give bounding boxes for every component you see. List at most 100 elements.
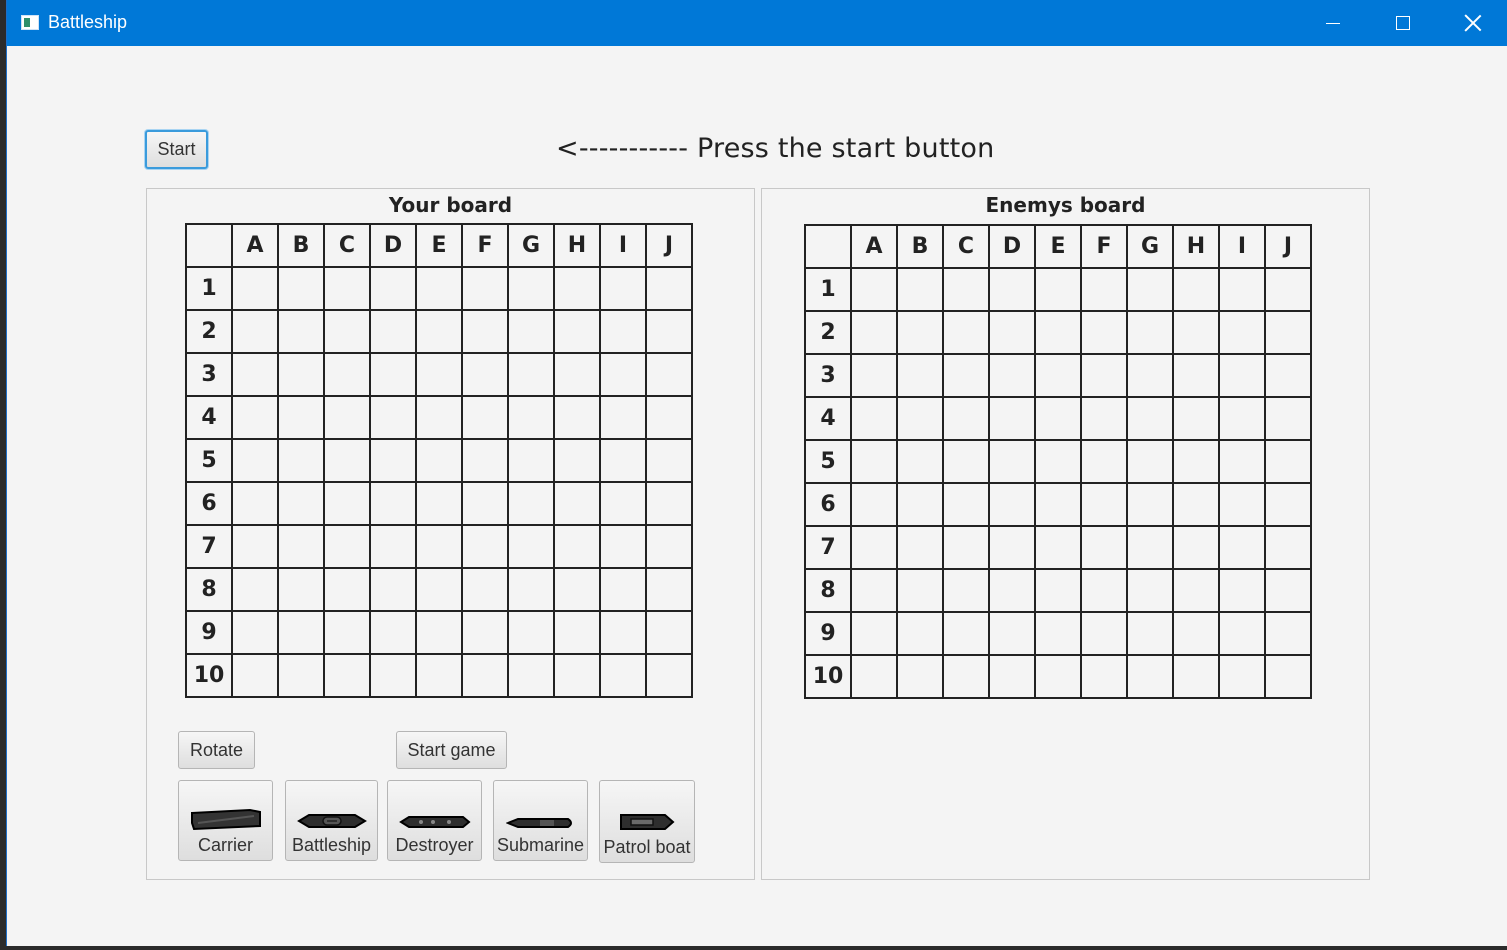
close-button[interactable]	[1438, 0, 1507, 46]
player-board-cell[interactable]	[553, 610, 601, 655]
player-board-cell[interactable]	[553, 438, 601, 483]
player-board-cell[interactable]	[323, 395, 371, 440]
player-board-cell[interactable]	[599, 395, 647, 440]
enemy-board-cell[interactable]	[1172, 353, 1220, 398]
player-board-cell[interactable]	[369, 653, 417, 698]
player-board-cell[interactable]	[415, 524, 463, 569]
player-board-cell[interactable]	[323, 653, 371, 698]
player-board-cell[interactable]	[415, 352, 463, 397]
player-board-cell[interactable]	[323, 266, 371, 311]
enemy-board-cell[interactable]	[942, 396, 990, 441]
player-board-cell[interactable]	[645, 524, 693, 569]
enemy-board-cell[interactable]	[1080, 568, 1128, 613]
enemy-board-cell[interactable]	[1264, 396, 1312, 441]
enemy-board-cell[interactable]	[1218, 611, 1266, 656]
enemy-board-cell[interactable]	[1034, 525, 1082, 570]
enemy-board-cell[interactable]	[988, 654, 1036, 699]
player-board-cell[interactable]	[599, 438, 647, 483]
player-board-cell[interactable]	[231, 524, 279, 569]
enemy-board-cell[interactable]	[1172, 611, 1220, 656]
player-board-cell[interactable]	[461, 653, 509, 698]
enemy-board-cell[interactable]	[1218, 654, 1266, 699]
player-board-cell[interactable]	[231, 610, 279, 655]
player-board-cell[interactable]	[369, 524, 417, 569]
player-board-cell[interactable]	[645, 309, 693, 354]
enemy-board-cell[interactable]	[1264, 310, 1312, 355]
enemy-board-cell[interactable]	[988, 396, 1036, 441]
player-board-cell[interactable]	[369, 352, 417, 397]
enemy-board-cell[interactable]	[1172, 568, 1220, 613]
enemy-board-cell[interactable]	[1034, 267, 1082, 312]
enemy-board-cell[interactable]	[1126, 525, 1174, 570]
player-board-cell[interactable]	[415, 610, 463, 655]
enemy-board-cell[interactable]	[850, 396, 898, 441]
player-board-cell[interactable]	[277, 567, 325, 612]
player-board-cell[interactable]	[231, 438, 279, 483]
player-board-cell[interactable]	[461, 438, 509, 483]
player-board-cell[interactable]	[599, 481, 647, 526]
destroyer-button[interactable]: Destroyer	[387, 780, 482, 861]
player-board-cell[interactable]	[507, 352, 555, 397]
enemy-board-cell[interactable]	[1034, 310, 1082, 355]
enemy-board-cell[interactable]	[1034, 439, 1082, 484]
enemy-board-cell[interactable]	[1080, 611, 1128, 656]
player-board-cell[interactable]	[369, 567, 417, 612]
player-board-cell[interactable]	[231, 352, 279, 397]
player-board-cell[interactable]	[369, 395, 417, 440]
player-board-cell[interactable]	[323, 309, 371, 354]
enemy-board-cell[interactable]	[1264, 525, 1312, 570]
enemy-board-cell[interactable]	[896, 568, 944, 613]
enemy-board-cell[interactable]	[1218, 525, 1266, 570]
enemy-board-cell[interactable]	[896, 611, 944, 656]
enemy-board-cell[interactable]	[1080, 396, 1128, 441]
player-board-cell[interactable]	[277, 653, 325, 698]
player-board-cell[interactable]	[599, 309, 647, 354]
enemy-board-cell[interactable]	[942, 353, 990, 398]
enemy-board-cell[interactable]	[1080, 439, 1128, 484]
enemy-board-cell[interactable]	[1172, 439, 1220, 484]
player-board-cell[interactable]	[645, 653, 693, 698]
player-board-cell[interactable]	[415, 438, 463, 483]
enemy-board-cell[interactable]	[1264, 267, 1312, 312]
carrier-button[interactable]: Carrier	[178, 780, 273, 861]
player-board-cell[interactable]	[415, 266, 463, 311]
player-board-cell[interactable]	[645, 352, 693, 397]
player-board-cell[interactable]	[645, 610, 693, 655]
enemy-board-cell[interactable]	[1034, 568, 1082, 613]
enemy-board-cell[interactable]	[896, 525, 944, 570]
player-board-cell[interactable]	[231, 395, 279, 440]
enemy-board-cell[interactable]	[850, 310, 898, 355]
player-board-cell[interactable]	[369, 309, 417, 354]
enemy-board-cell[interactable]	[896, 353, 944, 398]
enemy-board-cell[interactable]	[1264, 568, 1312, 613]
player-board-cell[interactable]	[645, 567, 693, 612]
player-board-cell[interactable]	[323, 567, 371, 612]
player-board-cell[interactable]	[507, 610, 555, 655]
player-board-cell[interactable]	[231, 481, 279, 526]
enemy-board-cell[interactable]	[850, 353, 898, 398]
player-board-cell[interactable]	[415, 395, 463, 440]
enemy-board-cell[interactable]	[1264, 611, 1312, 656]
enemy-board-cell[interactable]	[1126, 310, 1174, 355]
enemy-board-cell[interactable]	[1034, 611, 1082, 656]
player-board-cell[interactable]	[461, 352, 509, 397]
enemy-board-cell[interactable]	[988, 267, 1036, 312]
enemy-board-cell[interactable]	[1126, 267, 1174, 312]
enemy-board-cell[interactable]	[896, 654, 944, 699]
player-board-cell[interactable]	[507, 438, 555, 483]
enemy-board-cell[interactable]	[988, 310, 1036, 355]
player-board-cell[interactable]	[507, 266, 555, 311]
enemy-board-cell[interactable]	[942, 267, 990, 312]
player-board-cell[interactable]	[369, 266, 417, 311]
enemy-board-cell[interactable]	[1126, 439, 1174, 484]
player-board-cell[interactable]	[461, 524, 509, 569]
player-board-cell[interactable]	[277, 395, 325, 440]
enemy-board-cell[interactable]	[1218, 439, 1266, 484]
enemy-board-cell[interactable]	[1126, 568, 1174, 613]
enemy-board-cell[interactable]	[1218, 353, 1266, 398]
enemy-board-cell[interactable]	[1264, 439, 1312, 484]
title-bar[interactable]: Battleship	[7, 0, 1507, 46]
enemy-board-cell[interactable]	[1172, 654, 1220, 699]
enemy-board-cell[interactable]	[1126, 353, 1174, 398]
player-board-cell[interactable]	[231, 567, 279, 612]
